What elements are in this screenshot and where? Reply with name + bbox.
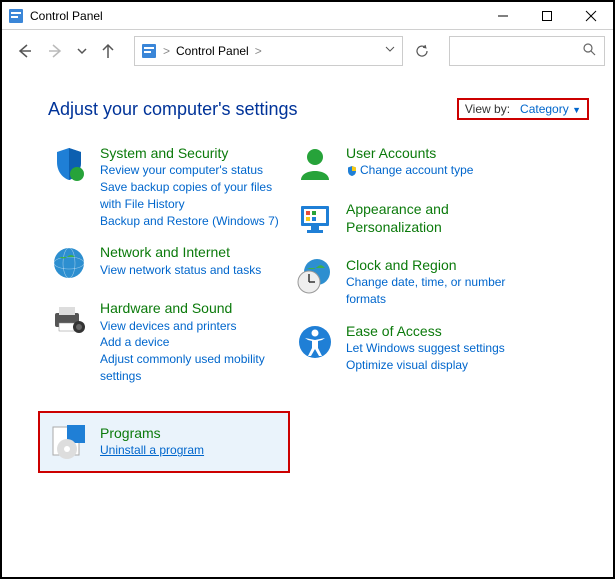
category-user-accounts[interactable]: User Accounts Change account type	[294, 144, 514, 186]
view-by-value: Category	[520, 102, 569, 116]
refresh-button[interactable]	[407, 37, 437, 65]
search-icon	[582, 42, 596, 61]
category-network-internet[interactable]: Network and Internet View network status…	[48, 243, 280, 285]
category-appearance-personalization[interactable]: Appearance and Personalization	[294, 200, 514, 242]
category-clock-region[interactable]: Clock and Region Change date, time, or n…	[294, 256, 514, 308]
chevron-down-icon: ▼	[572, 105, 581, 115]
address-dropdown-icon[interactable]	[384, 42, 396, 60]
system-link-backup-restore[interactable]: Backup and Restore (Windows 7)	[100, 213, 280, 230]
address-path: Control Panel	[176, 44, 249, 58]
category-title: Network and Internet	[100, 243, 280, 261]
shield-icon	[48, 144, 90, 186]
ease-link-visual[interactable]: Optimize visual display	[346, 357, 514, 374]
back-button[interactable]	[10, 37, 38, 65]
hardware-link-add[interactable]: Add a device	[100, 334, 280, 351]
page-title: Adjust your computer's settings	[48, 99, 298, 120]
clock-link-formats[interactable]: Change date, time, or number formats	[346, 274, 514, 308]
category-programs-highlight: Programs Uninstall a program	[38, 411, 290, 473]
programs-icon	[48, 421, 90, 463]
address-bar[interactable]: > Control Panel >	[134, 36, 403, 66]
category-title: Programs	[100, 424, 280, 442]
category-title: Clock and Region	[346, 256, 514, 274]
hardware-link-devices[interactable]: View devices and printers	[100, 318, 280, 335]
navbar: > Control Panel >	[2, 30, 613, 72]
content-area: Adjust your computer's settings View by:…	[2, 72, 613, 473]
category-ease-of-access[interactable]: Ease of Access Let Windows suggest setti…	[294, 322, 514, 374]
search-input[interactable]	[449, 36, 605, 66]
system-link-review[interactable]: Review your computer's status	[100, 162, 280, 179]
control-panel-icon	[8, 8, 24, 24]
close-button[interactable]	[569, 2, 613, 30]
network-link-status[interactable]: View network status and tasks	[100, 262, 280, 279]
category-hardware-sound[interactable]: Hardware and Sound View devices and prin…	[48, 299, 280, 384]
shield-icon	[346, 165, 358, 177]
printer-icon	[48, 299, 90, 341]
users-link-change-type[interactable]: Change account type	[346, 162, 514, 179]
control-panel-icon	[141, 43, 157, 59]
clock-globe-icon	[294, 256, 336, 298]
programs-link-uninstall[interactable]: Uninstall a program	[100, 442, 280, 459]
address-separator: >	[163, 44, 170, 58]
hardware-link-mobility[interactable]: Adjust commonly used mobility settings	[100, 351, 280, 385]
category-system-security[interactable]: System and Security Review your computer…	[48, 144, 280, 229]
category-title: User Accounts	[346, 144, 514, 162]
forward-button[interactable]	[42, 37, 70, 65]
window-title: Control Panel	[30, 9, 481, 23]
history-dropdown[interactable]	[74, 37, 90, 65]
view-by-selector[interactable]: View by: Category ▼	[457, 98, 589, 120]
up-button[interactable]	[94, 37, 122, 65]
accessibility-icon	[294, 322, 336, 364]
titlebar: Control Panel	[2, 2, 613, 30]
category-programs[interactable]: Programs Uninstall a program	[48, 421, 280, 463]
category-title: System and Security	[100, 144, 280, 162]
maximize-button[interactable]	[525, 2, 569, 30]
category-title: Ease of Access	[346, 322, 514, 340]
ease-link-suggest[interactable]: Let Windows suggest settings	[346, 340, 514, 357]
globe-icon	[48, 243, 90, 285]
address-separator: >	[255, 44, 262, 58]
system-link-backup-history[interactable]: Save backup copies of your files with Fi…	[100, 179, 280, 213]
minimize-button[interactable]	[481, 2, 525, 30]
category-title: Appearance and Personalization	[346, 200, 514, 236]
monitor-icon	[294, 200, 336, 242]
view-by-label: View by:	[465, 102, 510, 116]
user-icon	[294, 144, 336, 186]
category-title: Hardware and Sound	[100, 299, 280, 317]
